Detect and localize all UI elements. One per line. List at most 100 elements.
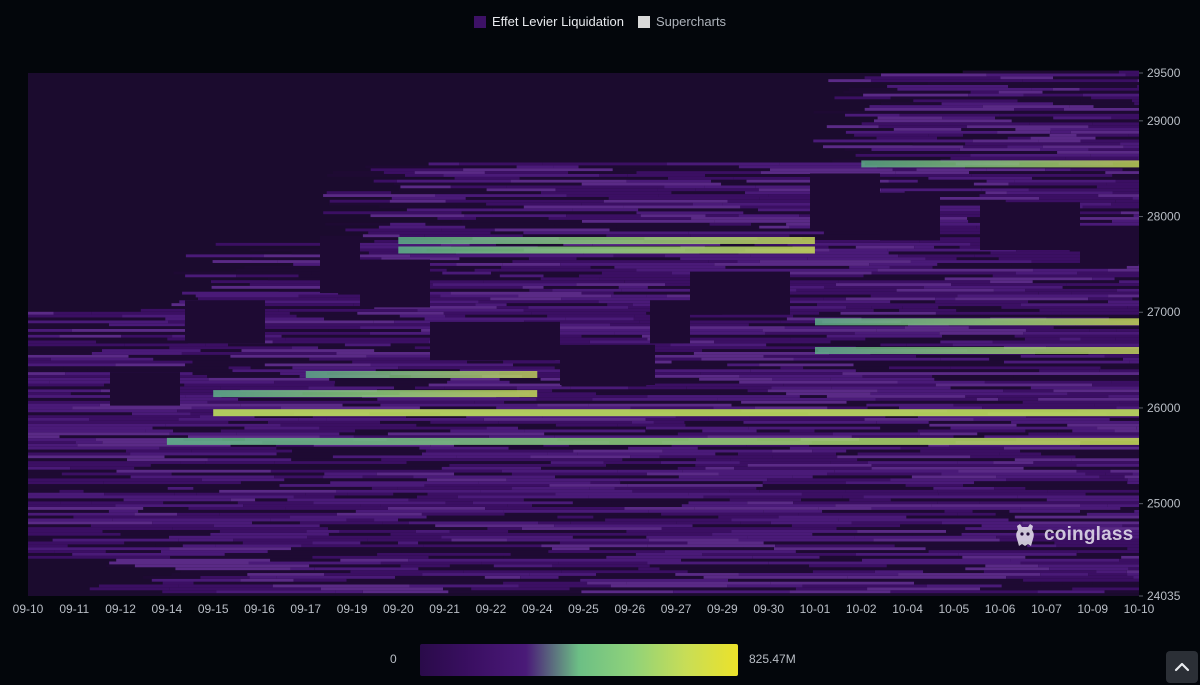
heat-cell [880, 426, 905, 430]
heat-cell [1099, 475, 1125, 479]
heat-cell [1091, 96, 1139, 100]
heat-cell [894, 544, 1028, 548]
heat-cell [824, 486, 934, 490]
heat-cell [554, 435, 708, 439]
heat-cell [896, 288, 933, 292]
legend-item-liquidation[interactable]: Effet Levier Liquidation [473, 14, 624, 29]
heat-cell [427, 492, 556, 496]
heat-cell [959, 148, 1040, 151]
heat-cell [1126, 570, 1139, 574]
heat-cell [734, 466, 872, 470]
x-tick-label: 09-16 [244, 602, 275, 616]
heat-cell [1111, 116, 1139, 120]
heat-cell [76, 349, 102, 352]
heat-cell [750, 369, 856, 373]
heat-cell [169, 587, 321, 591]
heat-cell [28, 380, 50, 384]
heat-cell [664, 185, 705, 189]
heat-cell [823, 145, 964, 149]
heat-cell [270, 469, 399, 473]
heat-cell [511, 472, 647, 476]
heat-cell [28, 507, 144, 510]
legend-item-supercharts[interactable]: Supercharts [637, 14, 726, 29]
heat-cell [70, 466, 135, 470]
heat-cell [1039, 196, 1133, 200]
heat-cell [911, 475, 997, 479]
heat-cell [430, 420, 499, 424]
heat-cell [380, 403, 538, 407]
heat-cell [636, 268, 769, 272]
heat-cell [763, 541, 896, 545]
heat-cell [612, 389, 748, 393]
heat-cell [877, 578, 1024, 582]
heat-cell [417, 495, 458, 499]
heat-cell [87, 369, 233, 373]
heat-cell [157, 360, 193, 364]
y-tick-label: 25000 [1147, 497, 1181, 511]
heat-cell [635, 271, 672, 275]
heat-cell [185, 274, 237, 278]
heat-cell [445, 501, 473, 505]
heat-cell [762, 481, 846, 485]
heat-cell [558, 561, 648, 565]
heat-cell [681, 558, 731, 562]
heat-cell [522, 234, 607, 238]
coinglass-logo-icon [1016, 524, 1034, 546]
heat-cell [527, 558, 682, 562]
heat-cell [1021, 303, 1139, 307]
heat-cell [985, 191, 1007, 195]
heat-cell [28, 552, 73, 556]
heat-cell [1014, 179, 1116, 183]
heat-cell [228, 420, 268, 424]
heat-cell [871, 306, 903, 309]
x-tick-label: 09-19 [337, 602, 368, 616]
heat-cell [780, 366, 804, 370]
heat-cell [1133, 214, 1139, 218]
heat-cell [91, 311, 199, 315]
heat-cell [370, 168, 464, 172]
heat-cell [933, 288, 994, 292]
heat-cell [486, 426, 518, 430]
heat-cell [540, 277, 600, 281]
heat-cell [428, 162, 460, 166]
heat-cell [324, 317, 425, 321]
heat-cell [899, 242, 971, 246]
heat-cell [28, 317, 166, 321]
color-scale-gradient[interactable] [420, 644, 738, 676]
x-tick-label: 10-10 [1124, 602, 1155, 616]
heat-cell [628, 386, 687, 390]
heat-cell [178, 418, 298, 421]
heat-cell [1104, 354, 1139, 358]
heat-cell [881, 400, 1023, 404]
heat-cell [374, 518, 399, 522]
heat-cell [863, 495, 1018, 499]
heat-cell [1031, 87, 1053, 91]
heat-cell [993, 288, 1026, 292]
heat-cell [270, 518, 347, 522]
heat-cell [1029, 122, 1093, 126]
heat-cell [427, 478, 507, 482]
heat-cell [913, 99, 1018, 103]
heat-cell [854, 331, 940, 335]
heat-cell [549, 484, 628, 487]
heat-cell [1080, 139, 1139, 143]
heat-cell [596, 573, 676, 576]
chart-legend: Effet Levier Liquidation Supercharts [0, 14, 1200, 29]
heat-cell [59, 435, 189, 439]
heat-cell [941, 472, 1086, 476]
heat-cell [942, 521, 1023, 525]
heat-cell [958, 552, 1077, 556]
heat-cell [956, 257, 999, 261]
heat-cell [323, 475, 363, 479]
heat-cell [104, 366, 229, 370]
heat-cell [416, 423, 556, 427]
heat-cell [606, 234, 691, 238]
heat-cell [423, 544, 542, 548]
heat-cell [997, 130, 1051, 134]
heat-cell [379, 205, 457, 209]
heat-cell [28, 458, 127, 462]
heat-cell [845, 481, 975, 485]
scroll-to-top-button[interactable] [1166, 651, 1198, 683]
heat-cell [162, 590, 217, 594]
heat-cell [28, 357, 51, 361]
